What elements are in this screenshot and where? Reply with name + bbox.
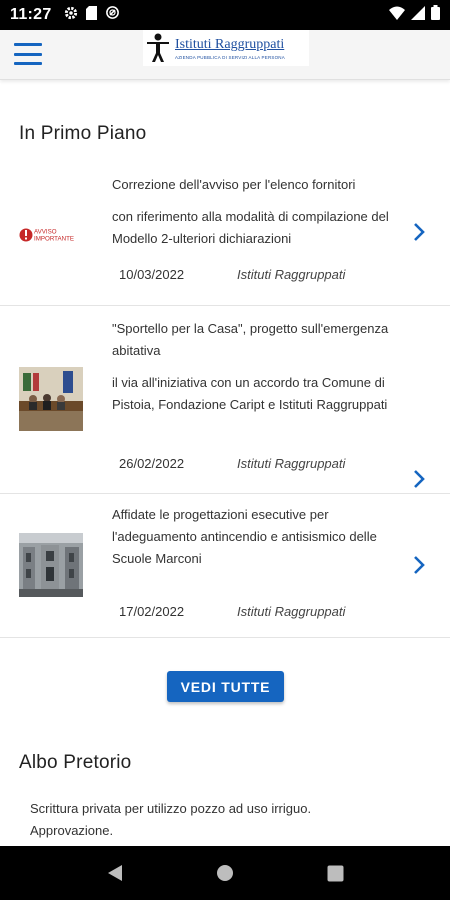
logo-subtitle: AZIENDA PUBBLICA DI SERVIZI ALLA PERSONA <box>175 54 285 60</box>
chevron-right-icon[interactable] <box>409 553 429 577</box>
section-title-primo-piano: In Primo Piano <box>19 123 147 144</box>
news-source: Istituti Raggruppati <box>237 267 346 282</box>
news-heading: Correzione dell'avviso per l'elenco forn… <box>112 177 356 192</box>
hamburger-menu-icon[interactable] <box>14 43 42 65</box>
conference-photo <box>19 367 83 431</box>
gear-icon <box>64 6 78 25</box>
logo-figure-icon <box>147 33 169 62</box>
back-icon[interactable] <box>103 861 127 885</box>
logo-name: Istituti Raggruppati <box>175 36 285 52</box>
news-heading: Affidate le progettazioni esecutive per … <box>112 507 377 566</box>
avviso-label-line1: AVVISO <box>34 229 57 236</box>
app-bar: Istituti Raggruppati AZIENDA PUBBLICA DI… <box>0 30 450 80</box>
signal-icon <box>411 5 425 25</box>
news-date: 26/02/2022 <box>119 456 185 471</box>
news-meta-row: 26/02/2022 Istituti Raggruppati <box>119 456 345 471</box>
news-source: Istituti Raggruppati <box>237 604 346 619</box>
logo: Istituti Raggruppati AZIENDA PUBBLICA DI… <box>143 30 309 66</box>
school-building-photo <box>19 533 83 597</box>
avviso-importante-icon: AVVISO IMPORTANTE <box>19 203 83 267</box>
news-body: il via all'iniziativa con un accordo tra… <box>112 375 388 412</box>
news-source: Istituti Raggruppati <box>237 456 346 471</box>
status-time: 11:27 <box>10 6 52 23</box>
avviso-label-line2: IMPORTANTE <box>34 236 74 243</box>
news-heading: "Sportello per la Casa", progetto sull'e… <box>112 321 389 358</box>
section-title-albo-pretorio: Albo Pretorio <box>19 752 132 773</box>
albo-item[interactable]: Scrittura privata per utilizzo pozzo ad … <box>30 798 360 842</box>
status-bar: 11:27 <box>0 0 450 30</box>
system-nav-bar <box>0 846 450 900</box>
news-item[interactable]: AVVISO IMPORTANTE Correzione dell'avviso… <box>0 164 450 306</box>
sd-card-icon <box>85 5 97 25</box>
chevron-right-icon[interactable] <box>409 467 429 491</box>
news-date: 17/02/2022 <box>119 604 185 619</box>
battery-icon <box>431 5 440 25</box>
home-icon[interactable] <box>213 861 237 885</box>
recents-icon[interactable] <box>323 861 347 885</box>
news-date: 10/03/2022 <box>119 267 185 282</box>
news-body: con riferimento alla modalità di compila… <box>112 209 389 246</box>
vedi-tutte-button[interactable]: VEDI TUTTE <box>167 671 284 702</box>
no-disturb-icon <box>105 5 120 25</box>
chevron-right-icon[interactable] <box>409 220 429 244</box>
wifi-icon <box>389 6 405 25</box>
news-item[interactable]: Affidate le progettazioni esecutive per … <box>0 494 450 638</box>
